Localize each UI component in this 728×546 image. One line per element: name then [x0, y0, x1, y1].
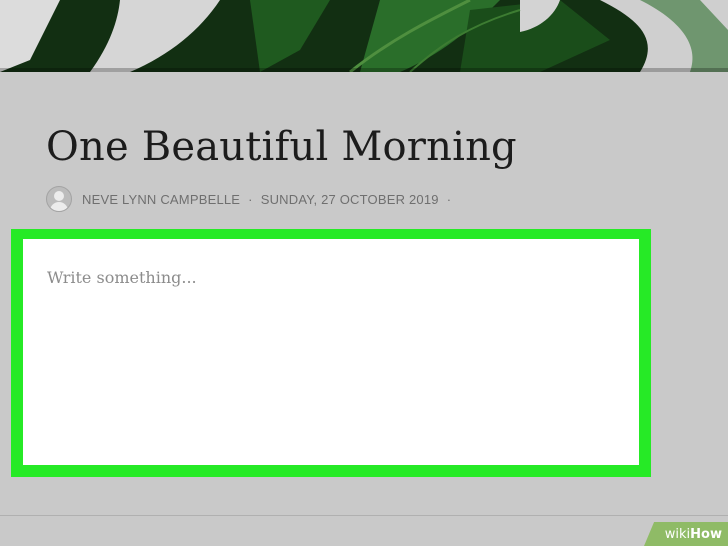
post-meta: NEVE LYNN CAMPBELLE · SUNDAY, 27 OCTOBER… [46, 185, 459, 213]
avatar-head-shape [54, 191, 64, 201]
post-date: SUNDAY, 27 OCTOBER 2019 [260, 191, 439, 207]
editor-highlight-box: Write something... [11, 229, 651, 477]
wikihow-watermark: wiki How [644, 522, 728, 546]
editor-placeholder: Write something... [47, 268, 197, 287]
monstera-leaf-image [0, 0, 728, 72]
post-title: One Beautiful Morning [46, 124, 517, 170]
header-image-edge [0, 68, 728, 72]
post-body-editor[interactable]: Write something... [23, 239, 639, 465]
watermark-wiki: wiki [664, 526, 691, 542]
footer-divider [0, 515, 728, 516]
user-avatar-icon[interactable] [46, 186, 72, 212]
meta-separator: · [248, 191, 253, 207]
watermark-how: How [690, 526, 722, 542]
author-name[interactable]: NEVE LYNN CAMPBELLE [82, 192, 240, 207]
avatar-body-shape [50, 202, 68, 211]
meta-trailing-separator: · [446, 191, 452, 207]
header-cover-image [0, 0, 728, 72]
